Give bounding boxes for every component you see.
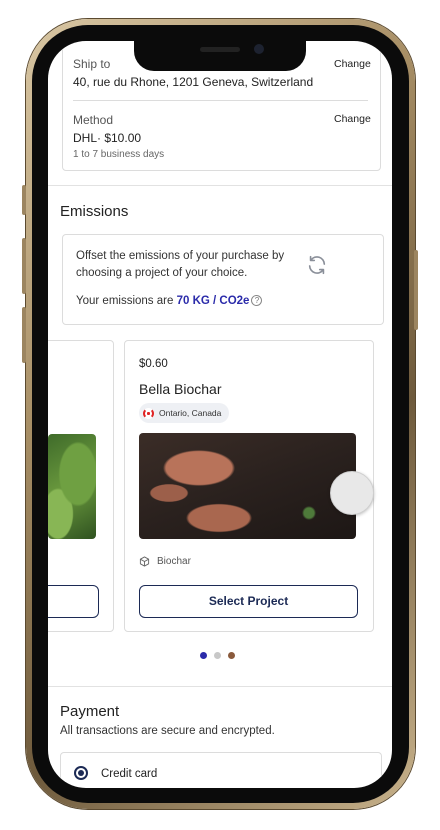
volume-down-button <box>22 307 26 363</box>
carousel-dot-2[interactable] <box>214 652 221 659</box>
canada-flag-icon <box>143 407 154 419</box>
credit-card-radio[interactable] <box>74 766 88 780</box>
ship-to-label: Ship to <box>73 57 111 71</box>
method-change-link[interactable]: Change <box>334 113 371 125</box>
project-image-soil-seedling <box>139 433 356 539</box>
method-label: Method <box>73 113 114 127</box>
credit-card-label[interactable]: Credit card <box>101 768 157 780</box>
speaker-grille <box>200 47 240 52</box>
offset-description: Offset the emissions of your purchase by… <box>76 250 285 279</box>
info-icon[interactable]: ? <box>251 295 263 306</box>
emissions-summary: Your emissions are 70 KG / CO2e? <box>76 295 263 307</box>
section-separator-payment <box>48 686 392 687</box>
section-separator <box>48 185 392 186</box>
payment-subtitle: All transactions are secure and encrypte… <box>60 725 275 737</box>
mute-switch <box>22 185 26 215</box>
project-image-leaf <box>48 434 96 539</box>
project-price: $0.60 <box>139 358 168 370</box>
shipping-method-value: DHL· $10.00 <box>73 131 142 145</box>
emissions-value: 70 KG / CO2e <box>176 295 250 307</box>
front-camera <box>254 44 264 54</box>
notch <box>134 40 306 71</box>
radio-selected-dot <box>78 770 84 776</box>
carousel-dots <box>200 652 235 659</box>
refresh-icon[interactable] <box>306 254 328 276</box>
ship-to-address: 40, rue du Rhone, 1201 Geneva, Switzerla… <box>73 75 314 89</box>
delivery-estimate: 1 to 7 business days <box>73 149 165 160</box>
screen: Ship to Change 40, rue du Rhone, 1201 Ge… <box>48 41 392 788</box>
select-project-button-previous[interactable] <box>48 585 99 618</box>
carousel-dot-1[interactable] <box>200 652 207 659</box>
cube-icon <box>139 556 150 567</box>
project-title: Bella Biochar <box>139 381 222 397</box>
category-label: Biochar <box>157 556 191 567</box>
carousel-dot-3[interactable] <box>228 652 235 659</box>
select-project-button[interactable]: Select Project <box>139 585 358 618</box>
ship-to-change-link[interactable]: Change <box>334 58 371 70</box>
project-category: Biochar <box>139 556 191 567</box>
shipping-divider <box>73 100 368 101</box>
emissions-heading: Emissions <box>60 203 129 220</box>
carousel-next-handle[interactable] <box>330 471 374 515</box>
location-chip: Ontario, Canada <box>139 403 230 423</box>
volume-up-button <box>22 238 26 294</box>
payment-heading: Payment <box>60 703 120 720</box>
power-button <box>414 250 418 330</box>
emissions-prefix: Your emissions are <box>76 295 174 307</box>
location-label: Ontario, Canada <box>159 408 222 418</box>
